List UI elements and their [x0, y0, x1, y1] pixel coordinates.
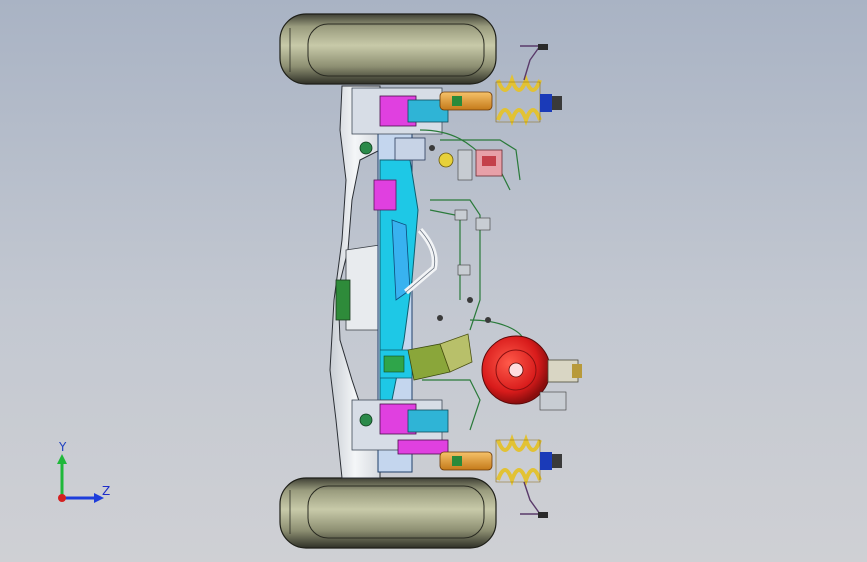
coordinate-triad: Y Z	[48, 440, 118, 510]
tire-top[interactable]	[279, 13, 497, 85]
tire-bottom[interactable]	[279, 477, 497, 549]
abs-module[interactable]	[457, 149, 503, 181]
intake-tube[interactable]	[407, 333, 473, 381]
x-axis-dot	[58, 494, 66, 502]
y-arrowhead	[57, 454, 67, 464]
cad-viewport[interactable]: Y Z	[0, 0, 867, 562]
suspension-assembly-model[interactable]	[0, 0, 867, 562]
y-axis-label: Y	[59, 440, 67, 454]
upper-control-arm-bottom[interactable]	[351, 399, 449, 455]
brake-booster[interactable]	[481, 335, 582, 411]
z-axis-label: Z	[102, 484, 111, 498]
